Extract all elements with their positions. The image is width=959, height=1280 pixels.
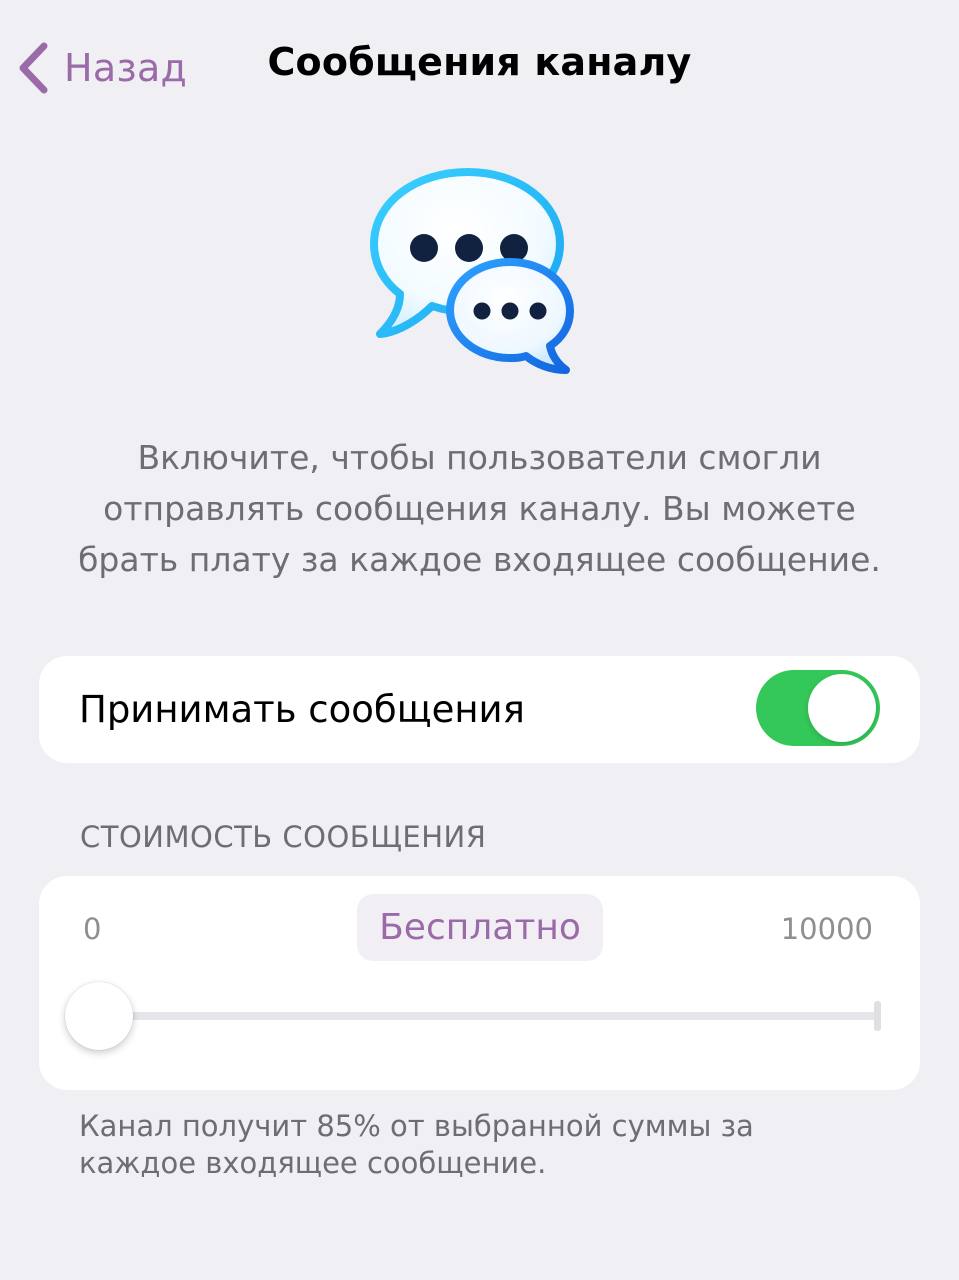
accept-messages-row: Принимать сообщения <box>39 656 920 763</box>
navigation-bar: Назад Сообщения каналу <box>0 0 959 135</box>
accept-messages-toggle[interactable] <box>756 670 880 746</box>
accept-messages-label: Принимать сообщения <box>79 688 525 731</box>
price-value-badge: Бесплатно <box>357 894 603 961</box>
slider-thumb[interactable] <box>65 982 133 1050</box>
price-min-label: 0 <box>83 912 102 946</box>
page-title: Сообщения каналу <box>267 40 692 84</box>
footer-note: Канал получит 85% от выбранной суммы за … <box>79 1109 754 1180</box>
toggle-knob <box>808 674 876 742</box>
price-slider[interactable] <box>65 981 881 1051</box>
price-card: 0 Бесплатно 10000 <box>39 876 920 1090</box>
slider-track <box>101 1012 881 1020</box>
slider-end-marker <box>874 1001 881 1031</box>
description-text: Включите, чтобы пользователи смогли отпр… <box>78 438 881 579</box>
chat-bubbles-icon <box>370 166 575 376</box>
price-section-header: СТОИМОСТЬ СООБЩЕНИЯ <box>80 820 487 854</box>
price-max-label: 10000 <box>780 912 873 946</box>
